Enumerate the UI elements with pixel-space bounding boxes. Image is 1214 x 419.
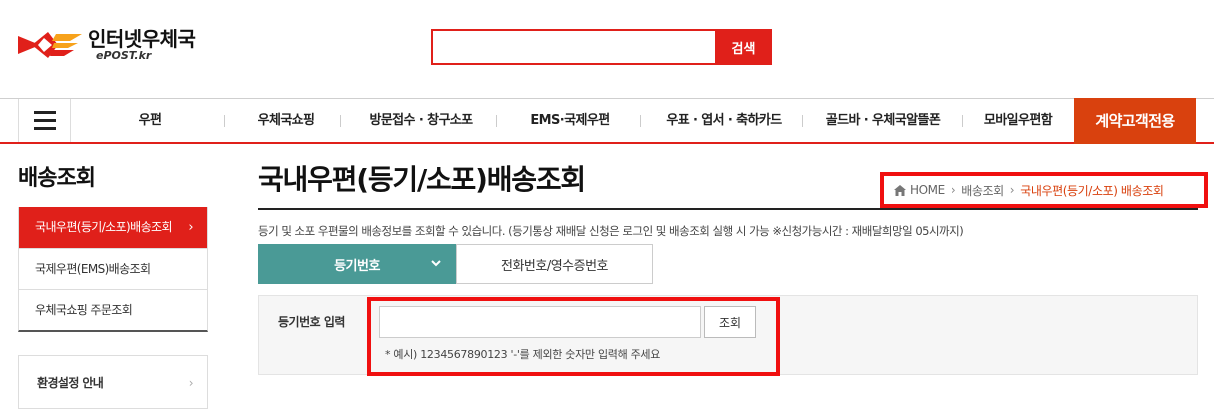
nav-divider [640, 115, 641, 127]
nav-item-contract-customer[interactable]: 계약고객전용 [1074, 98, 1196, 144]
epost-logo[interactable]: 인터넷우체국 ePOST.kr [18, 26, 196, 62]
sidebar-box-label: 환경설정 안내 [37, 376, 104, 390]
search-button[interactable]: 검색 [715, 29, 772, 65]
registered-number-label: 등기번호 입력 [278, 315, 345, 329]
page-title: 국내우편(등기/소포)배송조회 [258, 163, 586, 196]
tab-phone-receipt[interactable]: 전화번호/영수증번호 [456, 244, 653, 284]
nav-item-goldbar[interactable]: 골드바 · 우체국알뜰폰 [808, 99, 958, 142]
home-icon [894, 184, 906, 196]
nav-item-shopping[interactable]: 우체국쇼핑 [236, 99, 336, 142]
search-type-tabs: 등기번호 전화번호/영수증번호 [258, 244, 653, 284]
sidebar-settings-guide[interactable]: 환경설정 안내 › [18, 355, 208, 409]
registered-number-input[interactable] [379, 306, 701, 338]
chevron-down-icon [431, 260, 441, 267]
nav-item-ems[interactable]: EMS·국제우편 [506, 99, 634, 142]
logo-mark-icon [18, 32, 82, 58]
logo-title: 인터넷우체국 [88, 26, 196, 51]
sidebar-title: 배송조회 [18, 166, 96, 191]
nav-item-stamps[interactable]: 우표 · 엽서 · 축하카드 [650, 99, 798, 142]
sidebar-item-domestic-tracking[interactable]: 국내우편(등기/소포)배송조회 › [19, 207, 207, 248]
nav-divider [802, 115, 803, 127]
sidebar-item-label: 국제우편(EMS)배송조회 [35, 262, 151, 276]
nav-item-visit-pickup[interactable]: 방문접수 · 창구소포 [352, 99, 490, 142]
breadcrumb-level1[interactable]: 배송조회 [961, 182, 1004, 199]
search-bar: 검색 [431, 29, 772, 65]
hamburger-menu-icon[interactable] [18, 99, 71, 142]
query-button[interactable]: 조회 [704, 306, 756, 338]
nav-divider [496, 115, 497, 127]
main-nav: 우편 우체국쇼핑 방문접수 · 창구소포 EMS·국제우편 우표 · 엽서 · … [0, 98, 1214, 144]
breadcrumb: HOME › 배송조회 › 국내우편(등기/소포) 배송조회 [880, 172, 1208, 208]
breadcrumb-home[interactable]: HOME [910, 183, 945, 197]
tab-label: 전화번호/영수증번호 [500, 258, 609, 274]
nav-divider [340, 115, 341, 127]
input-hint: * 예시) 1234567890123 '-'를 제외한 숫자만 입력해 주세요 [385, 348, 661, 361]
nav-item-mail[interactable]: 우편 [80, 99, 220, 142]
search-input[interactable] [431, 29, 715, 65]
sidebar-item-label: 국내우편(등기/소포)배송조회 [35, 220, 172, 234]
breadcrumb-current: 국내우편(등기/소포) 배송조회 [1020, 183, 1164, 198]
chevron-right-icon: › [188, 220, 193, 235]
chevron-right-icon: › [1009, 183, 1015, 197]
title-divider [258, 208, 1198, 210]
tab-registered-number[interactable]: 등기번호 [258, 244, 456, 284]
sidebar-item-label: 우체국쇼핑 주문조회 [35, 303, 133, 317]
sidebar-item-shopping-order[interactable]: 우체국쇼핑 주문조회 [19, 289, 207, 330]
chevron-right-icon: › [950, 183, 956, 197]
tab-label: 등기번호 [334, 258, 380, 274]
chevron-right-icon: › [188, 376, 194, 390]
sidebar-menu: 국내우편(등기/소포)배송조회 › 국제우편(EMS)배송조회 우체국쇼핑 주문… [18, 207, 208, 332]
nav-divider [962, 115, 963, 127]
sidebar-item-ems-tracking[interactable]: 국제우편(EMS)배송조회 [19, 248, 207, 289]
page-description: 등기 및 소포 우편물의 배송정보를 조회할 수 있습니다. (등기통상 재배달… [258, 224, 964, 238]
nav-item-mobile-mailbox[interactable]: 모바일우편함 [968, 99, 1068, 142]
nav-divider [224, 115, 225, 127]
